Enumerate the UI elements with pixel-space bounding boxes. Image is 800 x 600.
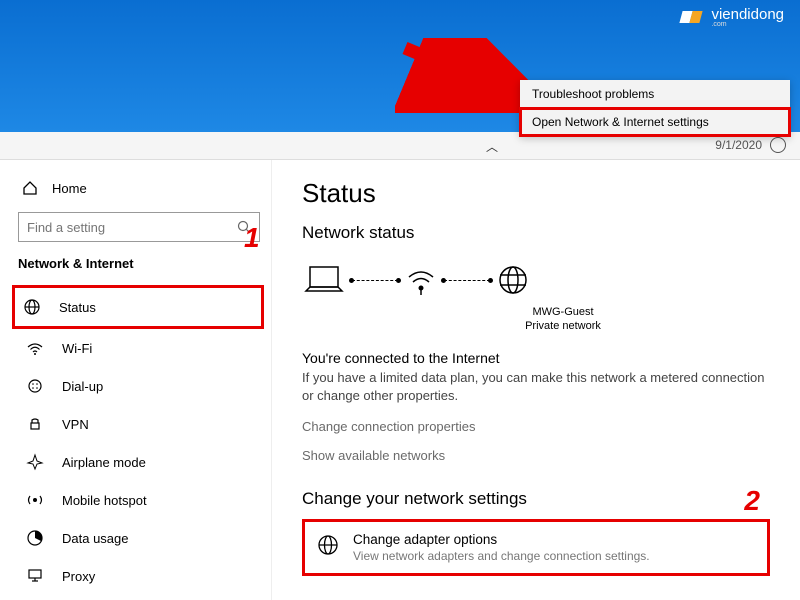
network-label: MWG-Guest Private network xyxy=(356,305,770,334)
network-diagram xyxy=(302,263,770,297)
wifi-icon xyxy=(26,339,44,357)
data-usage-icon xyxy=(26,529,44,547)
sidebar-item-status[interactable]: Status xyxy=(12,285,264,329)
sidebar-item-hotspot[interactable]: Mobile hotspot xyxy=(18,481,261,519)
sidebar-item-vpn[interactable]: VPN xyxy=(18,405,261,443)
nav-label: Dial-up xyxy=(62,379,103,394)
search-icon xyxy=(237,220,251,234)
home-icon xyxy=(22,180,38,196)
logo-mark-icon xyxy=(681,8,705,26)
nav-label: Data usage xyxy=(62,531,129,546)
adapter-icon xyxy=(317,534,339,561)
nav-label: Airplane mode xyxy=(62,455,146,470)
sidebar: Home Network & Internet Status Wi-Fi Dia… xyxy=(0,160,272,600)
vpn-icon xyxy=(26,415,44,433)
hotspot-icon xyxy=(26,491,44,509)
date-text: 9/1/2020 xyxy=(715,138,762,152)
sidebar-item-airplane[interactable]: Airplane mode xyxy=(18,443,261,481)
context-menu: Troubleshoot problems Open Network & Int… xyxy=(520,80,790,136)
nav-label: VPN xyxy=(62,417,89,432)
search-input[interactable] xyxy=(18,212,260,242)
chevron-up-icon[interactable]: ︿ xyxy=(486,138,498,155)
nav-label: Mobile hotspot xyxy=(62,493,147,508)
airplane-icon xyxy=(26,453,44,471)
logo: viendidong .com xyxy=(681,6,784,28)
home-label: Home xyxy=(52,181,87,196)
connection-line-icon xyxy=(352,280,398,281)
wifi-router-icon xyxy=(404,263,438,297)
sidebar-item-dialup[interactable]: Dial-up xyxy=(18,367,261,405)
option-sub: View network adapters and change connect… xyxy=(353,549,650,563)
page-title: Status xyxy=(302,178,770,209)
sidebar-item-wifi[interactable]: Wi-Fi xyxy=(18,329,261,367)
status-icon xyxy=(23,298,41,316)
network-type: Private network xyxy=(356,319,770,333)
sidebar-item-data-usage[interactable]: Data usage xyxy=(18,519,261,557)
nav-label: Proxy xyxy=(62,569,95,584)
main: Home Network & Internet Status Wi-Fi Dia… xyxy=(0,160,800,600)
dialup-icon xyxy=(26,377,44,395)
link-show-networks[interactable]: Show available networks xyxy=(302,448,770,463)
option-change-adapter[interactable]: Change adapter options View network adap… xyxy=(302,519,770,576)
sidebar-home[interactable]: Home xyxy=(18,174,261,202)
nav-label: Wi-Fi xyxy=(62,341,92,356)
network-name: MWG-Guest xyxy=(356,305,770,319)
laptop-icon xyxy=(302,263,346,297)
proxy-icon xyxy=(26,567,44,585)
subtitle: Network status xyxy=(302,223,770,243)
nav-label: Status xyxy=(59,300,96,315)
link-change-properties[interactable]: Change connection properties xyxy=(302,419,770,434)
menu-item-troubleshoot[interactable]: Troubleshoot problems xyxy=(520,80,790,108)
topbar: ︿ 9/1/2020 xyxy=(0,132,800,160)
connected-heading: You're connected to the Internet xyxy=(302,350,770,366)
sidebar-section-title: Network & Internet xyxy=(18,256,261,271)
sidebar-item-proxy[interactable]: Proxy xyxy=(18,557,261,595)
content: Status Network status MWG-Guest Private … xyxy=(272,160,800,600)
globe-icon xyxy=(496,263,530,297)
change-settings-heading: Change your network settings xyxy=(302,489,770,509)
menu-item-open-network-settings[interactable]: Open Network & Internet settings xyxy=(520,108,790,136)
search-field[interactable] xyxy=(27,220,237,235)
clock-icon[interactable] xyxy=(770,137,786,153)
option-title: Change adapter options xyxy=(353,532,650,547)
connected-body: If you have a limited data plan, you can… xyxy=(302,369,770,405)
connection-line-icon xyxy=(444,280,490,281)
